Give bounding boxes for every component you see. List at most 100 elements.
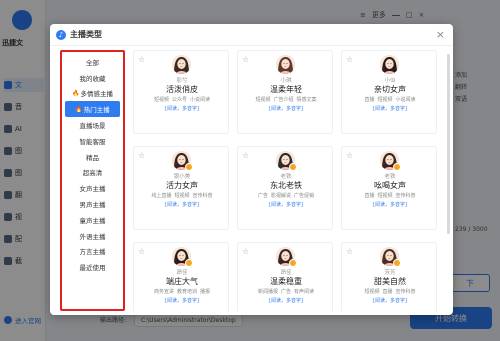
voice-alias: 昂佳	[280, 270, 292, 276]
voice-card[interactable]: ☆ 昂佳 端庄大气 商务宣讲 教育培训 播报 [阅读，多音字]	[133, 242, 229, 311]
star-icon[interactable]: ☆	[242, 247, 249, 256]
category-label: 最近使用	[79, 264, 106, 273]
star-icon[interactable]: ☆	[138, 55, 145, 64]
category-label: 智能客服	[79, 137, 106, 146]
category-item[interactable]: 全部	[65, 54, 120, 70]
category-item[interactable]: 外语主播	[65, 228, 120, 244]
voice-name: 东北老铁	[270, 181, 302, 190]
star-icon[interactable]: ☆	[346, 151, 353, 160]
voice-tags: 短视频 直播 宣传科普	[342, 288, 438, 295]
crown-badge-icon	[289, 163, 297, 171]
voice-tag: 宣传科普	[192, 193, 213, 199]
voice-tags: 短视频 广告介绍 情感文案	[238, 96, 334, 103]
voice-alias: 昂佳	[176, 270, 188, 276]
voice-tags: 直播 短视频 宣传科普	[342, 192, 438, 199]
voice-name: 温柔年轻	[270, 85, 302, 94]
voice-tag: 有声阅读	[294, 289, 315, 295]
voice-name: 端庄大气	[166, 277, 198, 286]
voice-tag: 广告介绍	[273, 97, 294, 103]
voice-card[interactable]: ☆ 老铁 吆喝女声 直播 短视频 宣传科普 [阅读，多音字]	[341, 146, 437, 230]
voice-tag: 商务宣讲	[153, 289, 174, 295]
voice-type-dialog: ♪ 主播类型 × 全部 我的收藏 🔥 多情感主播 🔥 热门主播 直播场景 智能客服 精品 超高清女…	[50, 24, 453, 315]
category-item[interactable]: 我的收藏	[65, 70, 120, 86]
voice-name: 温柔稳重	[270, 277, 302, 286]
voice-tag: 短视频	[377, 193, 393, 199]
voice-tag: 广告促销	[294, 193, 315, 199]
voice-tag: 短视频	[255, 97, 271, 103]
category-label: 精品	[86, 153, 99, 162]
voice-tag: 影视解说	[270, 193, 291, 199]
voice-alias: 老铁	[384, 174, 396, 180]
voice-tag: 公众号	[171, 97, 187, 103]
category-label: 全部	[86, 58, 99, 67]
fire-icon: 🔥	[75, 105, 83, 113]
voice-alias: 小似	[384, 78, 396, 84]
dialog-header: ♪ 主播类型 ×	[50, 24, 453, 46]
voice-alias: 老铁	[280, 174, 292, 180]
category-item[interactable]: 超高清	[65, 165, 120, 181]
category-label: 女声主播	[79, 185, 106, 194]
voice-card[interactable]: ☆ 昂佳 温柔稳重新闻播报 广告 有声阅读 [阅读，多音字]	[237, 242, 333, 311]
voice-tag: 短视频	[153, 97, 169, 103]
voice-grid: ☆ 影兮 活泼俏皮 短视频 公众号 小说阅读 [阅读，多音字] ☆ 小琪 温柔年轻 短视频 广告介绍情…	[133, 50, 445, 311]
category-label: 直播场景	[79, 122, 106, 131]
voice-name: 亲切女声	[374, 85, 406, 94]
voice-tag: 短视频	[174, 193, 190, 199]
voice-tag: 短视频	[364, 289, 380, 295]
star-icon[interactable]: ☆	[346, 247, 353, 256]
voice-features: [阅读，多音字]	[269, 106, 303, 112]
scrollbar[interactable]	[447, 54, 450, 234]
category-item[interactable]: 🔥 多情感主播	[65, 86, 120, 102]
voice-tag: 短视频	[377, 97, 393, 103]
voice-tag: 线上直播	[151, 193, 172, 199]
crown-badge-icon	[289, 259, 297, 267]
category-item[interactable]: 男声主播	[65, 196, 120, 212]
voice-name: 活力女声	[166, 181, 198, 190]
category-label: 童声主播	[79, 216, 106, 225]
voice-tag: 新闻播报	[257, 289, 278, 295]
voice-tag: 小说阅读	[395, 97, 416, 103]
voice-tag: 广告	[257, 193, 268, 199]
voice-card[interactable]: ☆ 影兮 活泼俏皮 短视频 公众号 小说阅读 [阅读，多音字]	[133, 50, 229, 134]
star-icon[interactable]: ☆	[138, 151, 145, 160]
voice-alias: 银小美	[173, 174, 191, 180]
voice-card[interactable]: ☆ 小似 亲切女声 直播 短视频 小说阅读 [阅读，多音字]	[341, 50, 437, 134]
category-list: 全部 我的收藏 🔥 多情感主播 🔥 热门主播 直播场景 智能客服 精品 超高清 女声主播 男声主播 童声…	[60, 50, 125, 311]
category-item[interactable]: 智能客服	[65, 133, 120, 149]
voice-tags: 直播 短视频 小说阅读	[342, 96, 438, 103]
category-item[interactable]: 方言主播	[65, 244, 120, 260]
voice-alias: 小琪	[280, 78, 292, 84]
category-label: 多情感主播	[80, 90, 113, 99]
crown-badge-icon	[393, 259, 401, 267]
category-item[interactable]: 童声主播	[65, 212, 120, 228]
category-item[interactable]: 🔥 热门主播	[65, 101, 120, 118]
voice-card[interactable]: ☆ 芳芳 甜美自然 短视频 直播 宣传科普 [阅读，多音字]	[341, 242, 437, 311]
voice-tag: 直播	[364, 193, 375, 199]
star-icon[interactable]: ☆	[242, 55, 249, 64]
voice-card[interactable]: ☆ 银小美 活力女声 线上直播 短视频 宣传科普 [阅读，多音字]	[133, 146, 229, 230]
crown-badge-icon	[185, 259, 193, 267]
voice-tags: 商务宣讲 教育培训 播报	[134, 288, 230, 295]
voice-tags: 新闻播报 广告 有声阅读	[238, 288, 334, 295]
category-item[interactable]: 女声主播	[65, 180, 120, 196]
category-item[interactable]: 精品	[65, 149, 120, 165]
avatar	[172, 55, 191, 74]
star-icon[interactable]: ☆	[346, 55, 353, 64]
voice-features: [阅读，多音字]	[373, 202, 407, 208]
category-label: 方言主播	[79, 248, 106, 257]
avatar	[380, 55, 399, 74]
voice-card[interactable]: ☆ 老铁 东北老铁 广告 影视解说 广告促销 [阅读，多音字]	[237, 146, 333, 230]
category-item[interactable]: 最近使用	[65, 259, 120, 275]
voice-features: [阅读，多音字]	[269, 298, 303, 304]
crown-badge-icon	[185, 163, 193, 171]
category-label: 外语主播	[79, 232, 106, 241]
voice-tag: 教育培训	[176, 289, 197, 295]
star-icon[interactable]: ☆	[242, 151, 249, 160]
voice-tag: 宣传科普	[395, 289, 416, 295]
star-icon[interactable]: ☆	[138, 247, 145, 256]
close-icon[interactable]: ×	[436, 28, 445, 41]
voice-card[interactable]: ☆ 小琪 温柔年轻短视频 广告介绍 情感文案 [阅读，多音字]	[237, 50, 333, 134]
category-item[interactable]: 直播场景	[65, 117, 120, 133]
voice-tag: 直播	[364, 97, 375, 103]
voice-tag: 宣传科普	[395, 193, 416, 199]
